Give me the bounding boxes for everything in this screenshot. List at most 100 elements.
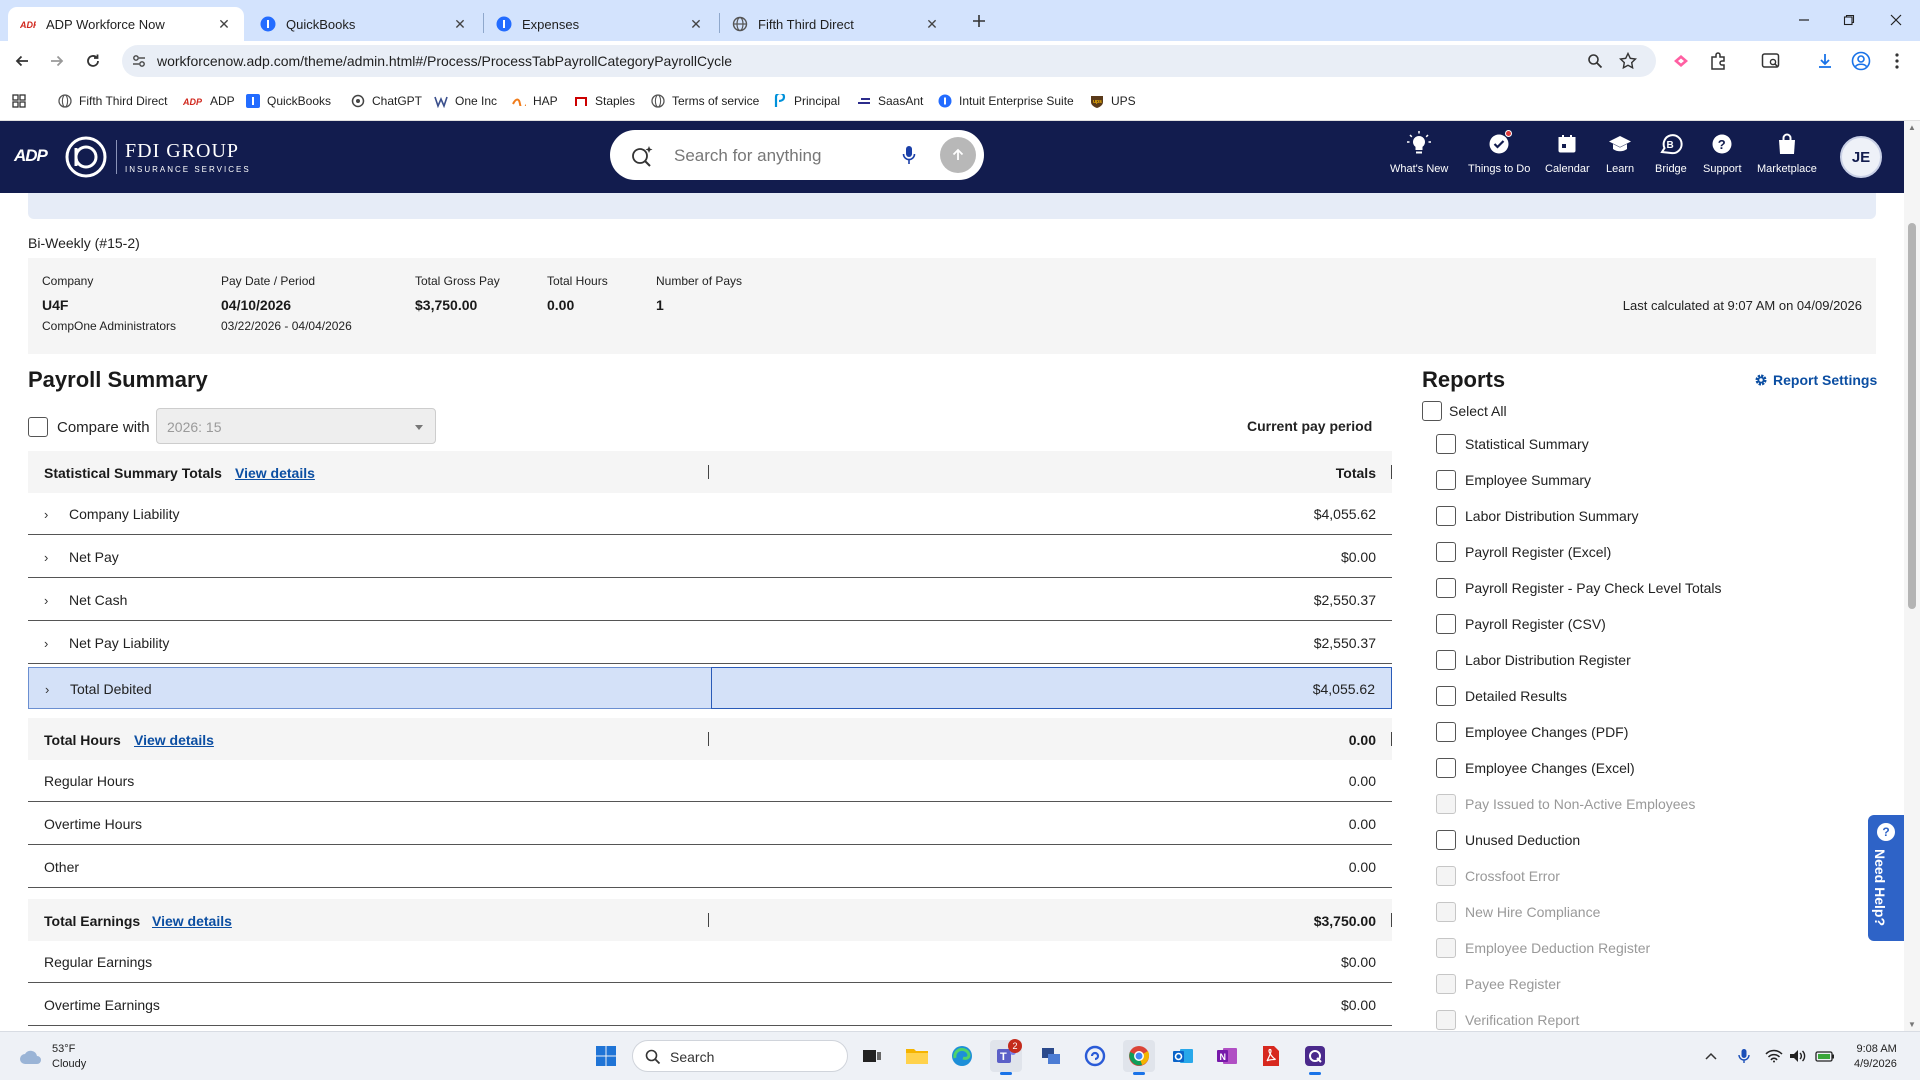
bookmark-intuit-enterprise[interactable]: Intuit Enterprise Suite [938, 91, 1074, 111]
bookmark-principal[interactable]: Principal [773, 91, 840, 111]
report-option-payroll-register-check-totals[interactable]: Payroll Register - Pay Check Level Total… [1436, 578, 1722, 598]
chrome-icon[interactable] [1123, 1040, 1155, 1075]
tab-fifth-third-direct[interactable]: Fifth Third Direct ✕ [720, 7, 952, 41]
bookmark-adp[interactable]: ADP ADP [183, 91, 235, 111]
bookmark-fifth-third[interactable]: Fifth Third Direct [58, 91, 167, 111]
report-checkbox[interactable] [1436, 434, 1456, 454]
user-avatar[interactable]: JE [1840, 136, 1882, 178]
bookmark-quickbooks[interactable]: QuickBooks [246, 91, 331, 111]
bookmark-chatgpt[interactable]: ChatGPT [351, 91, 422, 111]
microphone-tray-icon[interactable] [1734, 1046, 1754, 1066]
page-scrollbar[interactable]: ▲ ▼ [1904, 121, 1920, 1031]
table-row-total-debited[interactable]: › Total Debited $4,055.62 [28, 667, 1392, 709]
report-option-labor-distribution-register[interactable]: Labor Distribution Register [1436, 650, 1631, 670]
scroll-down-arrow-icon[interactable]: ▼ [1908, 1020, 1916, 1029]
app-purple-icon[interactable] [1299, 1040, 1331, 1075]
file-explorer-icon[interactable] [901, 1040, 933, 1072]
report-checkbox[interactable] [1436, 722, 1456, 742]
report-option-employee-summary[interactable]: Employee Summary [1436, 470, 1591, 490]
company-logo[interactable]: FDI GROUP INSURANCE SERVICES [64, 135, 251, 179]
acrobat-icon[interactable] [1255, 1040, 1287, 1072]
global-search[interactable]: Search for anything [610, 130, 984, 180]
minimize-icon[interactable] [1792, 8, 1816, 32]
chevron-right-icon[interactable]: › [44, 550, 48, 565]
report-checkbox[interactable] [1436, 542, 1456, 562]
compare-checkbox[interactable] [28, 417, 48, 437]
close-window-icon[interactable] [1884, 8, 1908, 32]
battery-icon[interactable] [1815, 1046, 1835, 1066]
table-row-net-pay[interactable]: › Net Pay $0.00 [28, 536, 1392, 578]
task-view-icon[interactable] [856, 1040, 888, 1072]
scroll-up-arrow-icon[interactable]: ▲ [1908, 123, 1916, 132]
tab-quickbooks[interactable]: QuickBooks ✕ [248, 7, 480, 41]
refresh-app-icon[interactable] [1079, 1040, 1111, 1072]
need-help-button[interactable]: ? Need Help? [1868, 815, 1904, 941]
report-option-labor-distribution-summary[interactable]: Labor Distribution Summary [1436, 506, 1639, 526]
weather-widget[interactable]: 53°F Cloudy [18, 1042, 86, 1072]
report-option-employee-changes-pdf[interactable]: Employee Changes (PDF) [1436, 722, 1628, 742]
nav-bridge[interactable]: B Bridge [1655, 131, 1687, 175]
report-option-unused-deduction[interactable]: Unused Deduction [1436, 830, 1580, 850]
compare-with-toggle[interactable]: Compare with [28, 417, 150, 437]
chevron-right-icon[interactable]: › [44, 593, 48, 608]
view-details-link[interactable]: View details [152, 913, 232, 929]
chevron-right-icon[interactable]: › [44, 636, 48, 651]
select-all-reports[interactable]: Select All [1422, 401, 1507, 421]
scrollbar-thumb[interactable] [1908, 223, 1916, 609]
select-all-checkbox[interactable] [1422, 401, 1442, 421]
bookmark-staples[interactable]: Staples [574, 91, 635, 111]
report-option-statistical-summary[interactable]: Statistical Summary [1436, 434, 1589, 454]
close-icon[interactable]: ✕ [688, 16, 704, 32]
table-row-net-cash[interactable]: › Net Cash $2,550.37 [28, 579, 1392, 621]
table-row-company-liability[interactable]: › Company Liability $4,055.62 [28, 493, 1392, 535]
menu-kebab-icon[interactable] [1886, 50, 1908, 72]
report-checkbox[interactable] [1436, 686, 1456, 706]
close-icon[interactable]: ✕ [924, 16, 940, 32]
bookmark-one-inc[interactable]: One Inc [434, 91, 497, 111]
zoom-icon[interactable] [1585, 51, 1605, 71]
wifi-icon[interactable] [1764, 1046, 1784, 1066]
report-checkbox[interactable] [1436, 470, 1456, 490]
restore-icon[interactable] [1837, 8, 1861, 32]
report-checkbox[interactable] [1436, 830, 1456, 850]
chevron-right-icon[interactable]: › [44, 507, 48, 522]
report-option-detailed-results[interactable]: Detailed Results [1436, 686, 1567, 706]
back-icon[interactable] [10, 49, 34, 73]
compare-period-select[interactable]: 2026: 15 [156, 408, 436, 444]
microphone-icon[interactable] [902, 145, 916, 165]
search-submit-button[interactable] [940, 137, 976, 173]
report-settings-link[interactable]: Report Settings [1754, 372, 1877, 388]
nav-learn[interactable]: Learn [1606, 131, 1634, 175]
new-tab-button[interactable] [968, 10, 990, 32]
nav-calendar[interactable]: Calendar [1545, 131, 1590, 175]
apps-grid-icon[interactable] [12, 91, 26, 111]
bookmark-star-icon[interactable] [1618, 51, 1638, 71]
bookmark-hap[interactable]: HAP [512, 91, 558, 111]
table-row-net-pay-liability[interactable]: › Net Pay Liability $2,550.37 [28, 622, 1392, 664]
extensions-puzzle-icon[interactable] [1707, 50, 1729, 72]
chevron-right-icon[interactable]: › [45, 682, 49, 697]
extension-diamond-icon[interactable] [1670, 50, 1692, 72]
system-clock[interactable]: 9:08 AM 4/9/2026 [1854, 1042, 1897, 1072]
report-checkbox[interactable] [1436, 578, 1456, 598]
nav-things-to-do[interactable]: Things to Do [1468, 130, 1530, 175]
view-details-link[interactable]: View details [134, 732, 214, 748]
report-option-payroll-register-excel[interactable]: Payroll Register (Excel) [1436, 542, 1611, 562]
tab-search-icon[interactable] [1760, 50, 1782, 72]
close-icon[interactable]: ✕ [452, 16, 468, 32]
chevron-up-icon[interactable] [1701, 1046, 1721, 1066]
onenote-icon[interactable]: N [1211, 1040, 1243, 1072]
forward-icon[interactable] [45, 49, 69, 73]
windows-start-icon[interactable] [590, 1040, 622, 1072]
bookmark-terms-of-service[interactable]: Terms of service [651, 91, 759, 111]
report-checkbox[interactable] [1436, 506, 1456, 526]
report-option-employee-changes-excel[interactable]: Employee Changes (Excel) [1436, 758, 1635, 778]
nav-support[interactable]: ? Support [1703, 131, 1742, 175]
bookmark-ups[interactable]: ups UPS [1090, 91, 1136, 111]
report-checkbox[interactable] [1436, 758, 1456, 778]
close-icon[interactable]: ✕ [216, 16, 232, 32]
report-checkbox[interactable] [1436, 650, 1456, 670]
edge-icon[interactable] [946, 1040, 978, 1072]
nav-marketplace[interactable]: Marketplace [1757, 131, 1817, 175]
taskbar-search[interactable]: Search [632, 1040, 848, 1072]
